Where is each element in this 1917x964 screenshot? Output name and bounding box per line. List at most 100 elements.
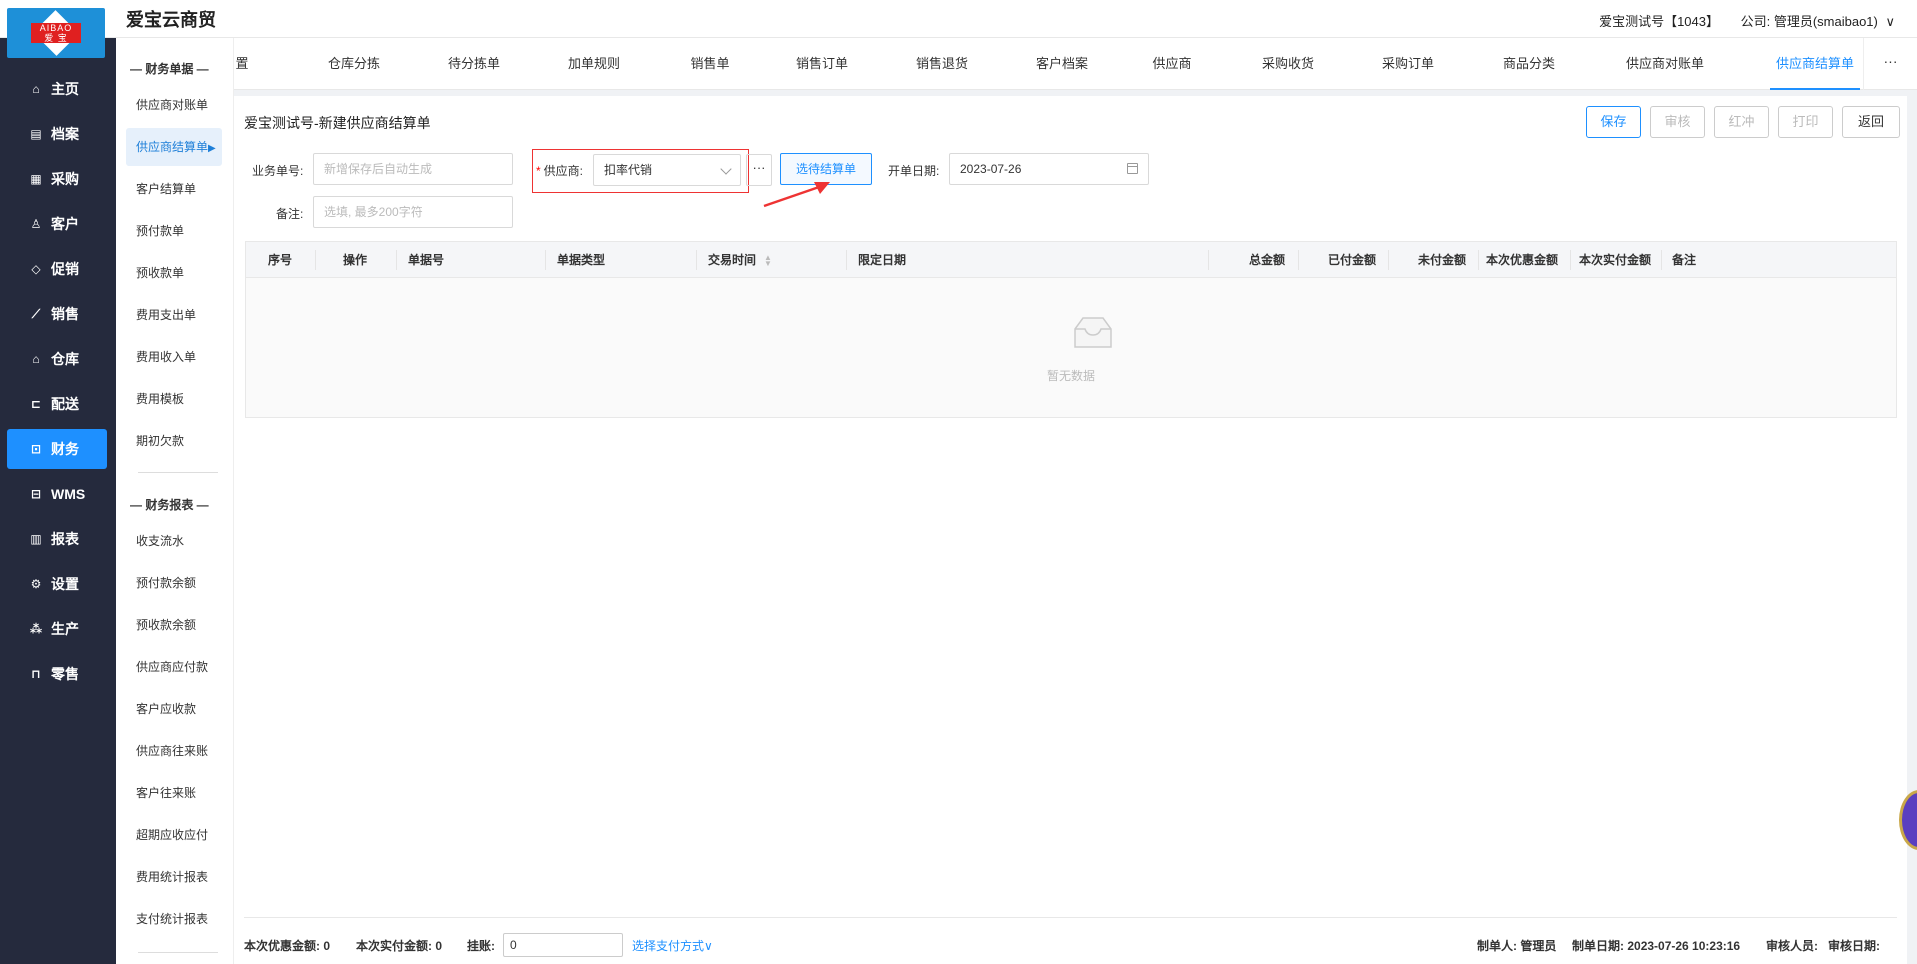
purchase-icon: ▦	[30, 172, 42, 186]
save-button[interactable]: 保存	[1586, 106, 1641, 138]
page-title: 爱宝测试号-新建供应商结算单	[244, 115, 431, 131]
tab[interactable]: 销售退货	[902, 38, 982, 90]
submenu-item[interactable]: 供应商对账单	[126, 86, 222, 124]
company-label: 公司: 管理员(smaibao1)	[1740, 14, 1878, 29]
sidebar-item-customer[interactable]: ♙ 客户	[7, 204, 107, 244]
submenu-item[interactable]: 供应商往来账	[126, 732, 222, 770]
submenu-item[interactable]: 客户结算单	[126, 170, 222, 208]
red-reverse-button[interactable]: 红冲	[1714, 106, 1769, 138]
sidebar-item-finance[interactable]: ⊡ 财务	[7, 429, 107, 469]
red-arrow-annotation	[763, 182, 830, 208]
tab[interactable]: 加单规则	[554, 38, 634, 90]
sidebar-item-purchase[interactable]: ▦ 采购	[7, 159, 107, 199]
user-icon: ♙	[30, 217, 42, 231]
submenu-item[interactable]: 预付款单	[126, 212, 222, 250]
date-field[interactable]: 2023-07-26	[949, 153, 1149, 185]
chevron-down-icon[interactable]: ∨	[1885, 14, 1895, 29]
truck-icon: ⊟	[30, 487, 42, 501]
remark-field[interactable]: 选填, 最多200字符	[313, 196, 513, 228]
paid-summary: 本次实付金额: 0	[356, 939, 443, 953]
tab[interactable]: 供应商对账单	[1620, 38, 1710, 90]
submenu-item[interactable]: 预收款余额	[126, 606, 222, 644]
sidebar-item-wms[interactable]: ⊟ WMS	[7, 474, 107, 514]
account-label: 爱宝测试号【1043】	[1599, 14, 1719, 29]
tab[interactable]: 采购收货	[1248, 38, 1328, 90]
promo-icon: ◇	[31, 262, 41, 276]
tab[interactable]: 供应商	[1132, 38, 1212, 90]
sidebar-item-delivery[interactable]: ⊏ 配送	[7, 384, 107, 424]
submenu-item[interactable]: 预收款单	[126, 254, 222, 292]
submenu-item[interactable]: 费用统计报表	[126, 858, 222, 896]
supplier-select[interactable]: 扣率代销	[593, 154, 741, 186]
sidebar-item-sales[interactable]: ⟋ 销售	[7, 294, 107, 334]
tabs-more-button[interactable]: ···	[1863, 38, 1917, 90]
tab[interactable]: 客户档案	[1022, 38, 1102, 90]
back-button[interactable]: 返回	[1842, 106, 1900, 138]
column-header: 已付金额	[1328, 253, 1377, 267]
sidebar-item-home[interactable]: ⌂ 主页	[7, 69, 107, 109]
chart-icon: ⟋	[31, 306, 41, 321]
column-header: 限定日期	[858, 253, 907, 267]
doc-no-field[interactable]: 新增保存后自动生成	[313, 153, 513, 185]
tab-active[interactable]: 供应商结算单	[1770, 38, 1860, 90]
audit-date-info: 审核日期:	[1828, 939, 1880, 953]
submenu-divider	[138, 952, 218, 953]
remark-label: 备注:	[276, 207, 304, 221]
submenu-item[interactable]: 费用收入单	[126, 338, 222, 376]
cart-icon: ⊏	[30, 397, 42, 411]
sidebar-item-production[interactable]: ⁂ 生产	[7, 609, 107, 649]
column-header-sortable[interactable]: 交易时间 ▲ ▼	[708, 242, 772, 278]
sidebar-item-promo[interactable]: ◇ 促销	[7, 249, 107, 289]
page-tabs: 置 仓库分拣 待分拣单 加单规则 销售单 销售订单 销售退货 客户档案 供应商 …	[234, 38, 1917, 90]
submenu-item[interactable]: 费用模板	[126, 380, 222, 418]
tab[interactable]: 置	[234, 38, 250, 90]
app-logo: AIBAO 爱 宝	[7, 8, 105, 58]
submenu-item[interactable]: 超期应收应付	[126, 816, 222, 854]
production-icon: ⁂	[29, 622, 43, 636]
finance-submenu: — 财务单据 — 供应商对账单 供应商结算单▶ 客户结算单 预付款单 预收款单 …	[116, 38, 234, 964]
submenu-item-active[interactable]: 供应商结算单▶	[126, 128, 222, 166]
calendar-icon	[1127, 163, 1138, 174]
sidebar-item-retail[interactable]: ⊓ 零售	[7, 654, 107, 694]
submenu-item[interactable]: 客户应收款	[126, 690, 222, 728]
doc-no-label: 业务单号:	[252, 164, 304, 178]
top-header: 爱宝云商贸 爱宝测试号【1043】 公司: 管理员(smaibao1) ∨	[0, 0, 1917, 38]
sidebar-item-archive[interactable]: ▤ 档案	[7, 114, 107, 154]
account-info[interactable]: 爱宝测试号【1043】 公司: 管理员(smaibao1) ∨	[1581, 11, 1895, 30]
chevron-down-icon: ∨	[704, 939, 713, 953]
submenu-item[interactable]: 费用支出单	[126, 296, 222, 334]
sidebar-item-warehouse[interactable]: ⌂ 仓库	[7, 339, 107, 379]
column-header: 未付金额	[1418, 253, 1467, 267]
column-header: 单据类型	[557, 253, 606, 267]
column-header: 备注	[1672, 253, 1697, 267]
column-header: 本次优惠金额	[1486, 253, 1559, 267]
gear-icon: ⚙	[30, 577, 42, 591]
submenu-item[interactable]: 客户往来账	[126, 774, 222, 812]
submenu-item[interactable]: 供应商应付款	[126, 648, 222, 686]
submenu-item[interactable]: 收支流水	[126, 522, 222, 560]
main-sidebar: ⌂ 主页 ▤ 档案 ▦ 采购 ♙ 客户 ◇ 促销 ⟋ 销售 ⌂ 仓库 ⊏ 配送 ⊡ 财务 ⊟ WMS…	[0, 38, 116, 964]
print-button[interactable]: 打印	[1778, 106, 1833, 138]
tab[interactable]: 待分拣单	[434, 38, 514, 90]
warehouse-icon: ⌂	[32, 352, 40, 366]
tab[interactable]: 销售订单	[782, 38, 862, 90]
home-icon: ⌂	[32, 82, 40, 96]
submenu-item[interactable]: 期初欠款	[126, 422, 222, 460]
audit-button[interactable]: 审核	[1650, 106, 1705, 138]
column-header: 单据号	[408, 253, 445, 267]
submenu-item[interactable]: 预付款余额	[126, 564, 222, 602]
sidebar-item-settings[interactable]: ⚙ 设置	[7, 564, 107, 604]
credit-input[interactable]: 0	[503, 933, 623, 957]
sidebar-item-report[interactable]: ▥ 报表	[7, 519, 107, 559]
report-icon: ▥	[30, 532, 42, 546]
table-header: 序号 操作 单据号 单据类型 交易时间 ▲ ▼ 限定日期 总金额 已付金额 未付金额…	[246, 242, 1896, 278]
tab[interactable]: 商品分类	[1489, 38, 1569, 90]
tab[interactable]: 采购订单	[1368, 38, 1448, 90]
app-name: 爱宝云商贸	[126, 10, 216, 30]
submenu-item[interactable]: 支付统计报表	[126, 900, 222, 938]
tab[interactable]: 销售单	[670, 38, 750, 90]
tab[interactable]: 仓库分拣	[314, 38, 394, 90]
sort-icon[interactable]: ▲ ▼	[764, 253, 772, 267]
pay-method-link[interactable]: 选择支付方式∨	[632, 937, 713, 954]
column-header: 操作	[343, 253, 368, 267]
